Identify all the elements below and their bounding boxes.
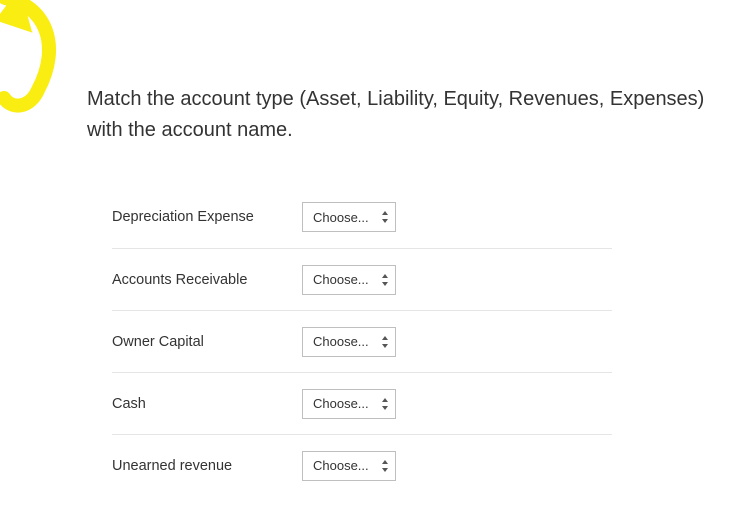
account-type-select[interactable]: Choose... — [302, 265, 396, 295]
match-row: Cash Choose... — [112, 372, 612, 434]
account-name-label: Accounts Receivable — [112, 272, 302, 288]
account-name-label: Owner Capital — [112, 334, 302, 350]
match-row: Depreciation Expense Choose... — [112, 186, 612, 248]
select-display[interactable]: Choose... — [302, 327, 396, 357]
select-display[interactable]: Choose... — [302, 265, 396, 295]
highlighter-arrow-annotation — [0, 0, 100, 145]
match-row: Unearned revenue Choose... — [112, 434, 612, 496]
select-display[interactable]: Choose... — [302, 202, 396, 232]
select-display[interactable]: Choose... — [302, 389, 396, 419]
account-type-select[interactable]: Choose... — [302, 327, 396, 357]
matching-list: Depreciation Expense Choose... Accounts … — [112, 186, 612, 496]
account-name-label: Unearned revenue — [112, 458, 302, 474]
match-row: Owner Capital Choose... — [112, 310, 612, 372]
account-name-label: Depreciation Expense — [112, 209, 302, 225]
account-type-select[interactable]: Choose... — [302, 389, 396, 419]
select-display[interactable]: Choose... — [302, 451, 396, 481]
account-name-label: Cash — [112, 396, 302, 412]
question-prompt: Match the account type (Asset, Liability… — [87, 84, 718, 146]
account-type-select[interactable]: Choose... — [302, 202, 396, 232]
match-row: Accounts Receivable Choose... — [112, 248, 612, 310]
account-type-select[interactable]: Choose... — [302, 451, 396, 481]
